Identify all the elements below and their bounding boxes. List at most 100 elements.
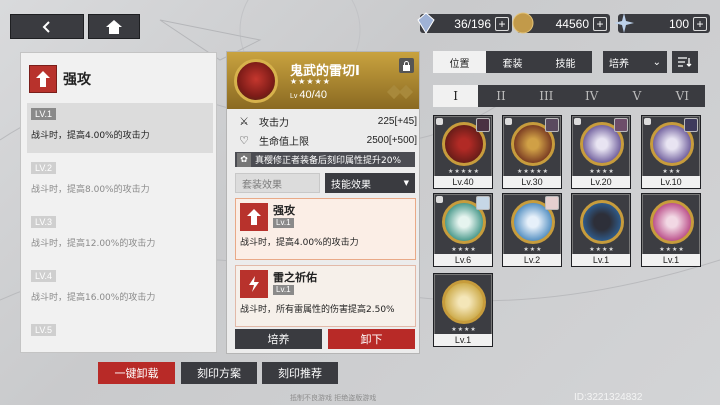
effect-card: 雷之祈佑 Lv.1 战斗时，所有雷属性的伤害提高2.50% [235, 265, 416, 327]
equipped-marker [574, 118, 581, 125]
level-desc: 战斗时，提高8.00%的攻击力 [31, 185, 150, 195]
skill-title-label: 强攻 [63, 72, 91, 88]
lock-icon [403, 60, 410, 71]
slot-tabs: I II III IV V VI [433, 85, 705, 107]
slot-tab-5[interactable]: V [614, 85, 659, 107]
effect-level: Lv.1 [273, 285, 294, 295]
level-row: LV.4 战斗时，提高16.00%的攻击力 [27, 265, 213, 315]
level-desc: 战斗时，提高16.00%的攻击力 [31, 293, 156, 303]
imprint-card[interactable]: ★★★ Lv.10 [641, 115, 701, 189]
hp-icon: ♡ [239, 133, 249, 147]
skill-title: 强攻 [29, 65, 91, 93]
lightning-icon [240, 270, 268, 298]
coin-plus-button[interactable]: + [593, 16, 607, 31]
equipped-marker [505, 118, 512, 125]
equipped-marker [436, 118, 443, 125]
imprint-plan-button[interactable]: 刻印方案 [181, 362, 257, 384]
back-button[interactable] [10, 14, 84, 39]
attack-icon: ⚔ [239, 114, 249, 128]
level-tag: LV.5 [31, 324, 57, 336]
stat-attack: ⚔ 攻击力 225[+45] [237, 112, 417, 130]
effect-name: 强攻 [273, 204, 295, 217]
star-shard-icon [614, 13, 634, 33]
level-row: LV.5 [27, 319, 213, 349]
sakura-icon: ✿ [237, 152, 251, 167]
equipped-marker [436, 196, 443, 203]
imprint-card[interactable]: ★★★★ Lv.1 [571, 193, 631, 267]
level-tag: LV.1 [31, 108, 57, 120]
oni-mask-medal-icon [234, 59, 278, 103]
sort-list-icon [678, 57, 692, 67]
health-notice: 抵制不良游戏 拒绝盗版游戏 [290, 394, 377, 402]
effect-desc: 战斗时，所有雷属性的伤害提高2.50% [240, 305, 395, 315]
effect-level: Lv.1 [273, 218, 294, 228]
level-row: LV.3 战斗时，提高12.00%的攻击力 [27, 211, 213, 261]
crystal-icon [417, 12, 435, 34]
tab-skill[interactable]: 技能 [539, 51, 592, 73]
level-tag: LV.2 [31, 162, 57, 174]
sort-order-button[interactable] [672, 51, 698, 73]
level-tag: LV.3 [31, 216, 57, 228]
character-avatar [545, 196, 559, 210]
effect-name: 雷之祈佑 [273, 271, 317, 284]
star-shard-plus-button[interactable]: + [693, 16, 707, 31]
hex-ornament [386, 84, 414, 100]
crystal-plus-button[interactable]: + [495, 16, 509, 31]
sakura-buff-bar: ✿ 真樱修正者装备后刻印属性提升20% [235, 152, 415, 167]
chalice-icon [650, 200, 694, 244]
level-tag: LV.4 [31, 270, 57, 282]
tab-set-effect[interactable]: 套装效果 [235, 173, 320, 193]
attack-up-icon [240, 203, 268, 231]
back-arrow-icon [42, 20, 50, 33]
effect-desc: 战斗时，提高4.00%的攻击力 [240, 238, 359, 248]
imprint-stars: ★★★★★ [290, 77, 331, 86]
imprint-card[interactable]: ★★★★ Lv.20 [571, 115, 631, 189]
home-button[interactable] [88, 14, 140, 39]
imprint-card[interactable]: ★★★★ Lv.1 [641, 193, 701, 267]
equipped-marker [644, 118, 651, 125]
character-avatar [545, 118, 559, 132]
user-id: ID:3221324832 [574, 392, 643, 403]
character-avatar [476, 118, 490, 132]
sort-dropdown[interactable]: 培养 ⌄ [603, 51, 667, 73]
slot-tab-2[interactable]: II [478, 85, 523, 107]
tab-set[interactable]: 套装 [486, 51, 539, 73]
imprint-header: 鬼武的雷切I ★★★★★ Lv 40/40 [227, 52, 419, 109]
imprint-detail-panel: 鬼武的雷切I ★★★★★ Lv 40/40 ⚔ 攻击力 225[+45] ♡ 生命… [226, 51, 420, 354]
character-avatar [476, 196, 490, 210]
unequip-button[interactable]: 卸下 [328, 329, 415, 349]
character-avatar [684, 118, 698, 132]
imprint-level: Lv 40/40 [290, 89, 327, 101]
skill-detail-panel: 强攻 LV.1 战斗时，提高4.00%的攻击力 LV.2 战斗时，提高8.00%… [20, 52, 217, 353]
slot-tab-4[interactable]: IV [569, 85, 614, 107]
imprint-card[interactable]: ★★★★★ Lv.40 [433, 115, 493, 189]
level-row: LV.2 战斗时，提高8.00%的攻击力 [27, 157, 213, 207]
imprint-card[interactable]: ★★★★★ Lv.30 [502, 115, 562, 189]
level-row: LV.1 战斗时，提高4.00%的攻击力 [27, 103, 213, 153]
slot-tab-6[interactable]: VI [660, 85, 705, 107]
effect-card: 强攻 Lv.1 战斗时，提高4.00%的攻击力 [235, 198, 416, 260]
dropdown-arrow-icon: ▼ [403, 179, 409, 187]
slot-tab-1[interactable]: I [433, 85, 479, 107]
lock-button[interactable] [399, 58, 414, 73]
character-avatar [614, 118, 628, 132]
resource-crystal: 36/196 + [417, 12, 512, 34]
imprint-card[interactable]: ★★★★ Lv.6 [433, 193, 493, 267]
coin-icon [512, 12, 534, 34]
effect-tabs: 套装效果 技能效果 ▼ [235, 173, 415, 193]
tab-skill-effect[interactable]: 技能效果 ▼ [325, 173, 415, 193]
imprint-card[interactable]: ★★★ Lv.2 [502, 193, 562, 267]
home-icon [106, 19, 122, 34]
imprint-card[interactable]: ★★★★ Lv.1 [433, 273, 493, 347]
imprint-recommend-button[interactable]: 刻印推荐 [262, 362, 338, 384]
spear-icon [580, 200, 624, 244]
upgrade-button[interactable]: 培养 [235, 329, 322, 349]
attack-up-icon [29, 65, 57, 93]
spartan-helmet-icon [442, 280, 486, 324]
filter-tabs: 位置 套装 技能 [433, 51, 592, 73]
level-desc: 战斗时，提高4.00%的攻击力 [31, 131, 150, 141]
tab-position[interactable]: 位置 [433, 51, 486, 73]
slot-tab-3[interactable]: III [524, 85, 569, 107]
stat-hp: ♡ 生命值上限 2500[+500] [237, 131, 417, 149]
unload-all-button[interactable]: 一键卸载 [98, 362, 175, 384]
